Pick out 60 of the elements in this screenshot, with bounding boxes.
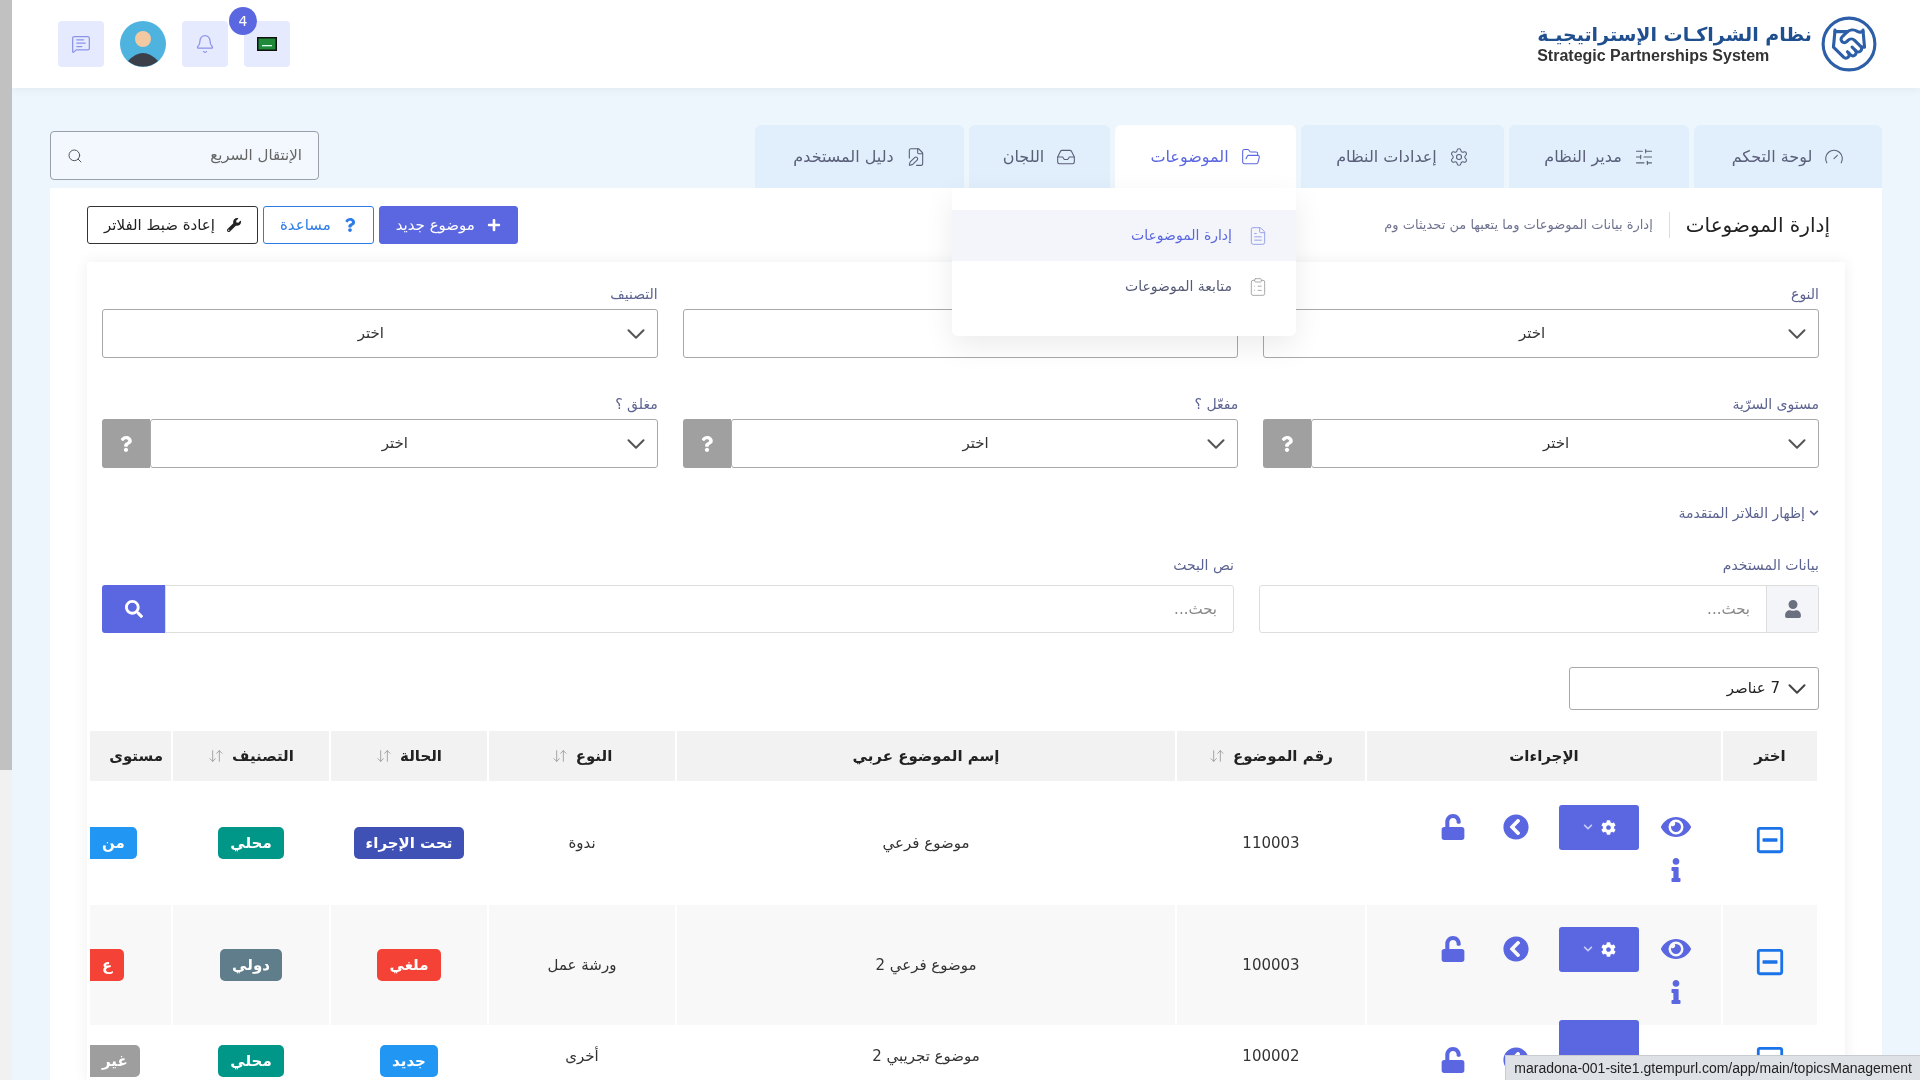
- action-button[interactable]: موضوع جديد: [378, 206, 518, 244]
- page-title: إدارة الموضوعات: [1685, 212, 1830, 239]
- advanced-filters-link[interactable]: إظهار الفلاتر المتقدمة: [1678, 503, 1805, 523]
- action-button[interactable]: مساعدة: [263, 206, 374, 244]
- topic-number: 110003: [1242, 833, 1300, 852]
- menu-item[interactable]: إدارة الموضوعات: [952, 210, 1296, 261]
- nav-tab[interactable]: اللجان: [969, 125, 1110, 188]
- page-size-select[interactable]: 7 عناصر: [1569, 667, 1819, 710]
- column-header[interactable]: النوع: [488, 731, 676, 781]
- column-header: الإجراءات: [1366, 731, 1722, 781]
- nav-tab[interactable]: إعدادات النظام: [1301, 125, 1504, 188]
- field-label: مستوى السرّية: [1732, 395, 1819, 414]
- field-label: مفعّل ؟: [1194, 395, 1239, 414]
- field-label: مغلق ؟: [615, 395, 658, 414]
- dropdown-field[interactable]: اختر: [730, 419, 1239, 468]
- topic-type: أخرى: [565, 1047, 599, 1065]
- column-header: اختر: [1722, 731, 1818, 781]
- status-badge: محلي: [218, 827, 284, 859]
- topic-name: موضوع تجريبي 2: [872, 1047, 980, 1065]
- nav-tab[interactable]: الموضوعات: [1115, 125, 1296, 188]
- topic-name: موضوع فرعي 2: [875, 955, 977, 974]
- menu-item[interactable]: متابعة الموضوعات: [952, 261, 1296, 312]
- topic-name: موضوع فرعي: [882, 833, 970, 852]
- dropdown-field[interactable]: اختر: [1311, 419, 1819, 468]
- topic-type: ندوة: [568, 833, 596, 852]
- status-badge: من: [90, 827, 137, 859]
- quick-search-field[interactable]: الإنتقال السريع: [50, 131, 319, 180]
- logo-title: نظام الشراكـات الإستراتيجيـة: [1537, 22, 1812, 46]
- dropdown-field[interactable]: اختر: [102, 309, 658, 358]
- dropdown-field[interactable]: اختر: [150, 419, 658, 468]
- topic-type: ورشة عمل: [547, 955, 617, 974]
- link-url-tooltip: maradona-001-site1.gtempurl.com/app/main/topicsManagement: [1505, 1055, 1920, 1080]
- column-header: إسم الموضوع عربي: [676, 731, 1176, 781]
- page-subtitle: إدارة بيانات الموضوعات وما يتعبها من تحديثات وم: [1384, 216, 1653, 235]
- nav-tab[interactable]: دليل المستخدم: [755, 125, 964, 188]
- status-badge: جديد: [380, 1045, 438, 1077]
- search-text-field[interactable]: بحث...: [165, 585, 1234, 633]
- nav-tab[interactable]: مدير النظام: [1509, 125, 1689, 188]
- column-header[interactable]: رقم الموضوع: [1176, 731, 1366, 781]
- logo-subtitle: Strategic Partnerships System: [1537, 46, 1770, 66]
- field-label: بيانات المستخدم: [1721, 556, 1819, 575]
- column-header[interactable]: التصنيف: [172, 731, 330, 781]
- status-badge: ع: [90, 949, 125, 981]
- status-badge: محلي: [218, 1045, 284, 1077]
- topic-number: 100003: [1242, 955, 1300, 974]
- action-button[interactable]: إعادة ضبط الفلاتر: [87, 206, 258, 244]
- status-badge: تحت الإجراء: [353, 827, 465, 859]
- status-badge: ملغي: [377, 949, 441, 981]
- field-label: النوع: [1791, 285, 1819, 304]
- field-label: نص البحث: [1172, 556, 1234, 575]
- column-header[interactable]: الحالة: [330, 731, 488, 781]
- notification-count: 4: [229, 7, 257, 35]
- dropdown-field[interactable]: اختر: [1263, 309, 1819, 358]
- status-badge: دولي: [220, 949, 282, 981]
- field-label: التصنيف: [610, 285, 658, 304]
- status-badge: غير: [90, 1045, 140, 1077]
- column-header: مستوى: [89, 731, 172, 781]
- quick-search-input[interactable]: الإنتقال السريع: [91, 144, 302, 167]
- topic-number: 100002: [1242, 1047, 1300, 1065]
- nav-tab[interactable]: لوحة التحكم: [1694, 125, 1882, 188]
